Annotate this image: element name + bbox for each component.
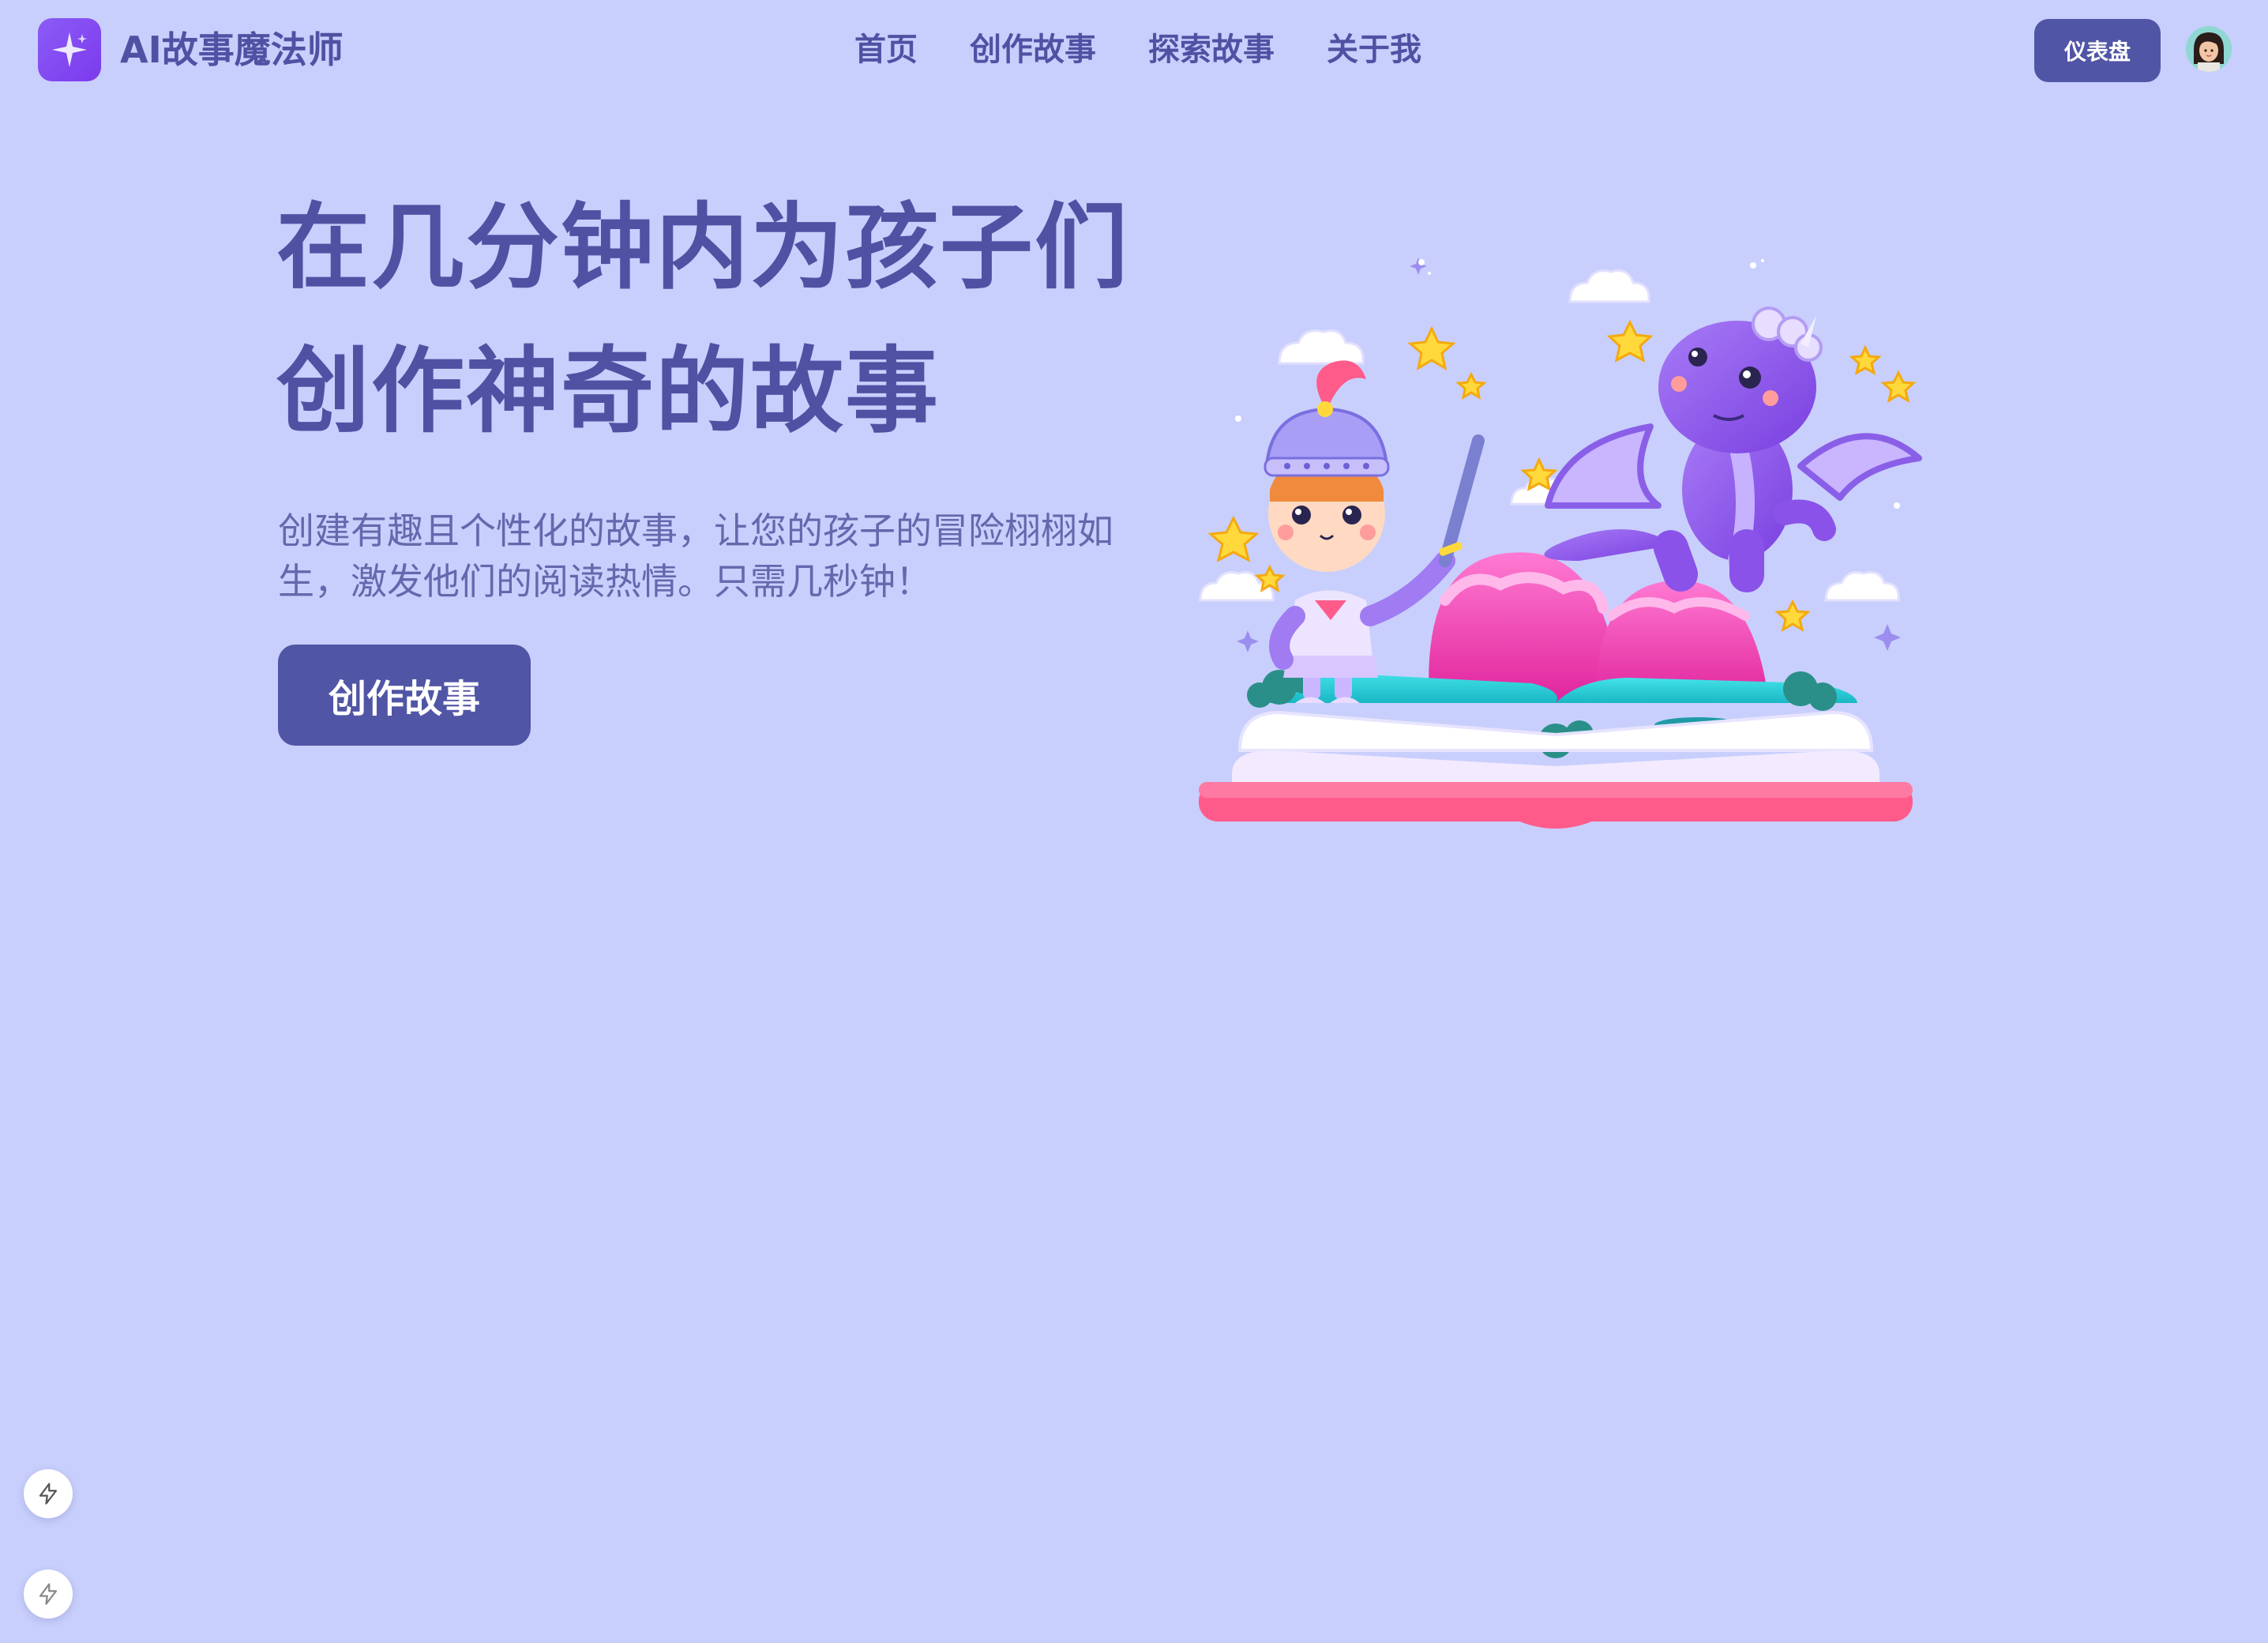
hero-title: 在几分钟内为孩子们 创作神奇的故事	[276, 175, 1177, 463]
main-nav: 首页 创作故事 探索故事 关于我	[854, 24, 1474, 76]
floating-action-button-2[interactable]	[24, 1570, 73, 1619]
logo[interactable]	[38, 18, 101, 81]
create-story-button[interactable]: 创作故事	[278, 645, 531, 746]
nav-create-story[interactable]: 创作故事	[970, 24, 1096, 76]
avatar-image	[2186, 26, 2232, 72]
navbar: AI故事魔法师 首页 创作故事 探索故事 关于我 仪表盘	[0, 0, 2268, 100]
user-avatar[interactable]	[2186, 26, 2232, 72]
hero-title-line-2: 创作神奇的故事	[276, 336, 941, 446]
hero-subtitle: 创建有趣且个性化的故事，让您的孩子的冒险栩栩如生，激发他们的阅读热情。只需几秒钟…	[278, 509, 1113, 603]
nav-explore-stories[interactable]: 探索故事	[1148, 24, 1275, 76]
hero-title-line-1: 在几分钟内为孩子们	[276, 193, 1130, 302]
nav-about[interactable]: 关于我	[1327, 24, 1421, 76]
lightning-icon	[39, 1483, 58, 1505]
lightning-icon	[39, 1583, 58, 1605]
dashboard-button[interactable]: 仪表盘	[2034, 19, 2161, 82]
floating-action-button-1[interactable]	[24, 1469, 73, 1518]
nav-home[interactable]: 首页	[854, 24, 918, 76]
brand-name[interactable]: AI故事魔法师	[120, 24, 344, 76]
sparkle-icon	[52, 32, 87, 67]
storybook-illustration	[1199, 258, 1922, 829]
